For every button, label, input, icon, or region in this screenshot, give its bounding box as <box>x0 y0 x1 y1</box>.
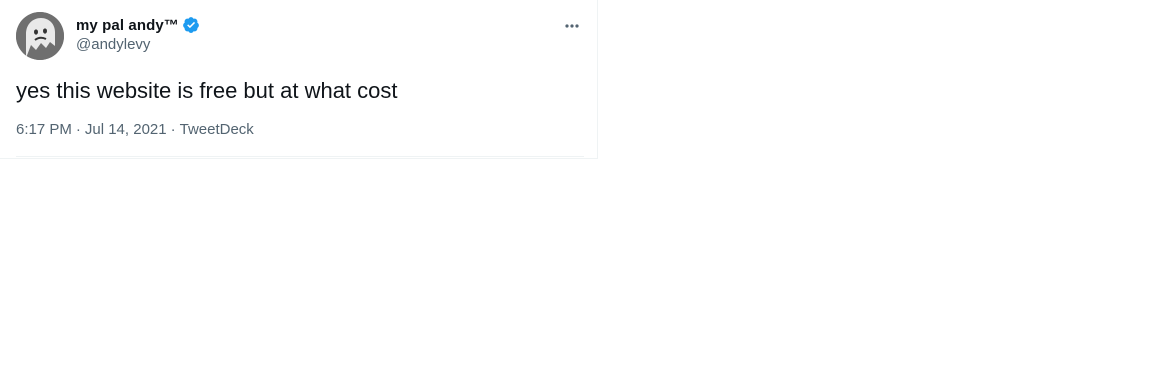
tweet-text: yes this website is free but at what cos… <box>16 78 398 103</box>
tweet-card: my pal andy™ @andylevy yes this website … <box>0 0 598 159</box>
author-display-name[interactable]: my pal andy™ <box>76 17 179 34</box>
tweet-date: Jul 14, 2021 <box>84 121 167 138</box>
more-options-button[interactable] <box>558 12 586 40</box>
author-handle[interactable]: @andylevy <box>76 36 150 53</box>
meta-separator: · <box>75 121 81 138</box>
ellipsis-icon <box>565 24 579 28</box>
ghost-avatar-icon <box>16 12 64 60</box>
avatar[interactable] <box>16 12 64 60</box>
meta-separator: · <box>170 121 176 138</box>
tweet-meta: 6:17 PM · Jul 14, 2021 · TweetDeck <box>16 121 254 138</box>
verified-badge-icon <box>182 16 200 34</box>
tweet-source-link[interactable]: TweetDeck <box>180 121 254 138</box>
divider <box>16 156 584 157</box>
tweet-time-link[interactable]: 6:17 PM · Jul 14, 2021 <box>16 121 167 138</box>
author-name-row[interactable]: my pal andy™ <box>76 15 200 35</box>
tweet-time: 6:17 PM <box>16 121 72 138</box>
